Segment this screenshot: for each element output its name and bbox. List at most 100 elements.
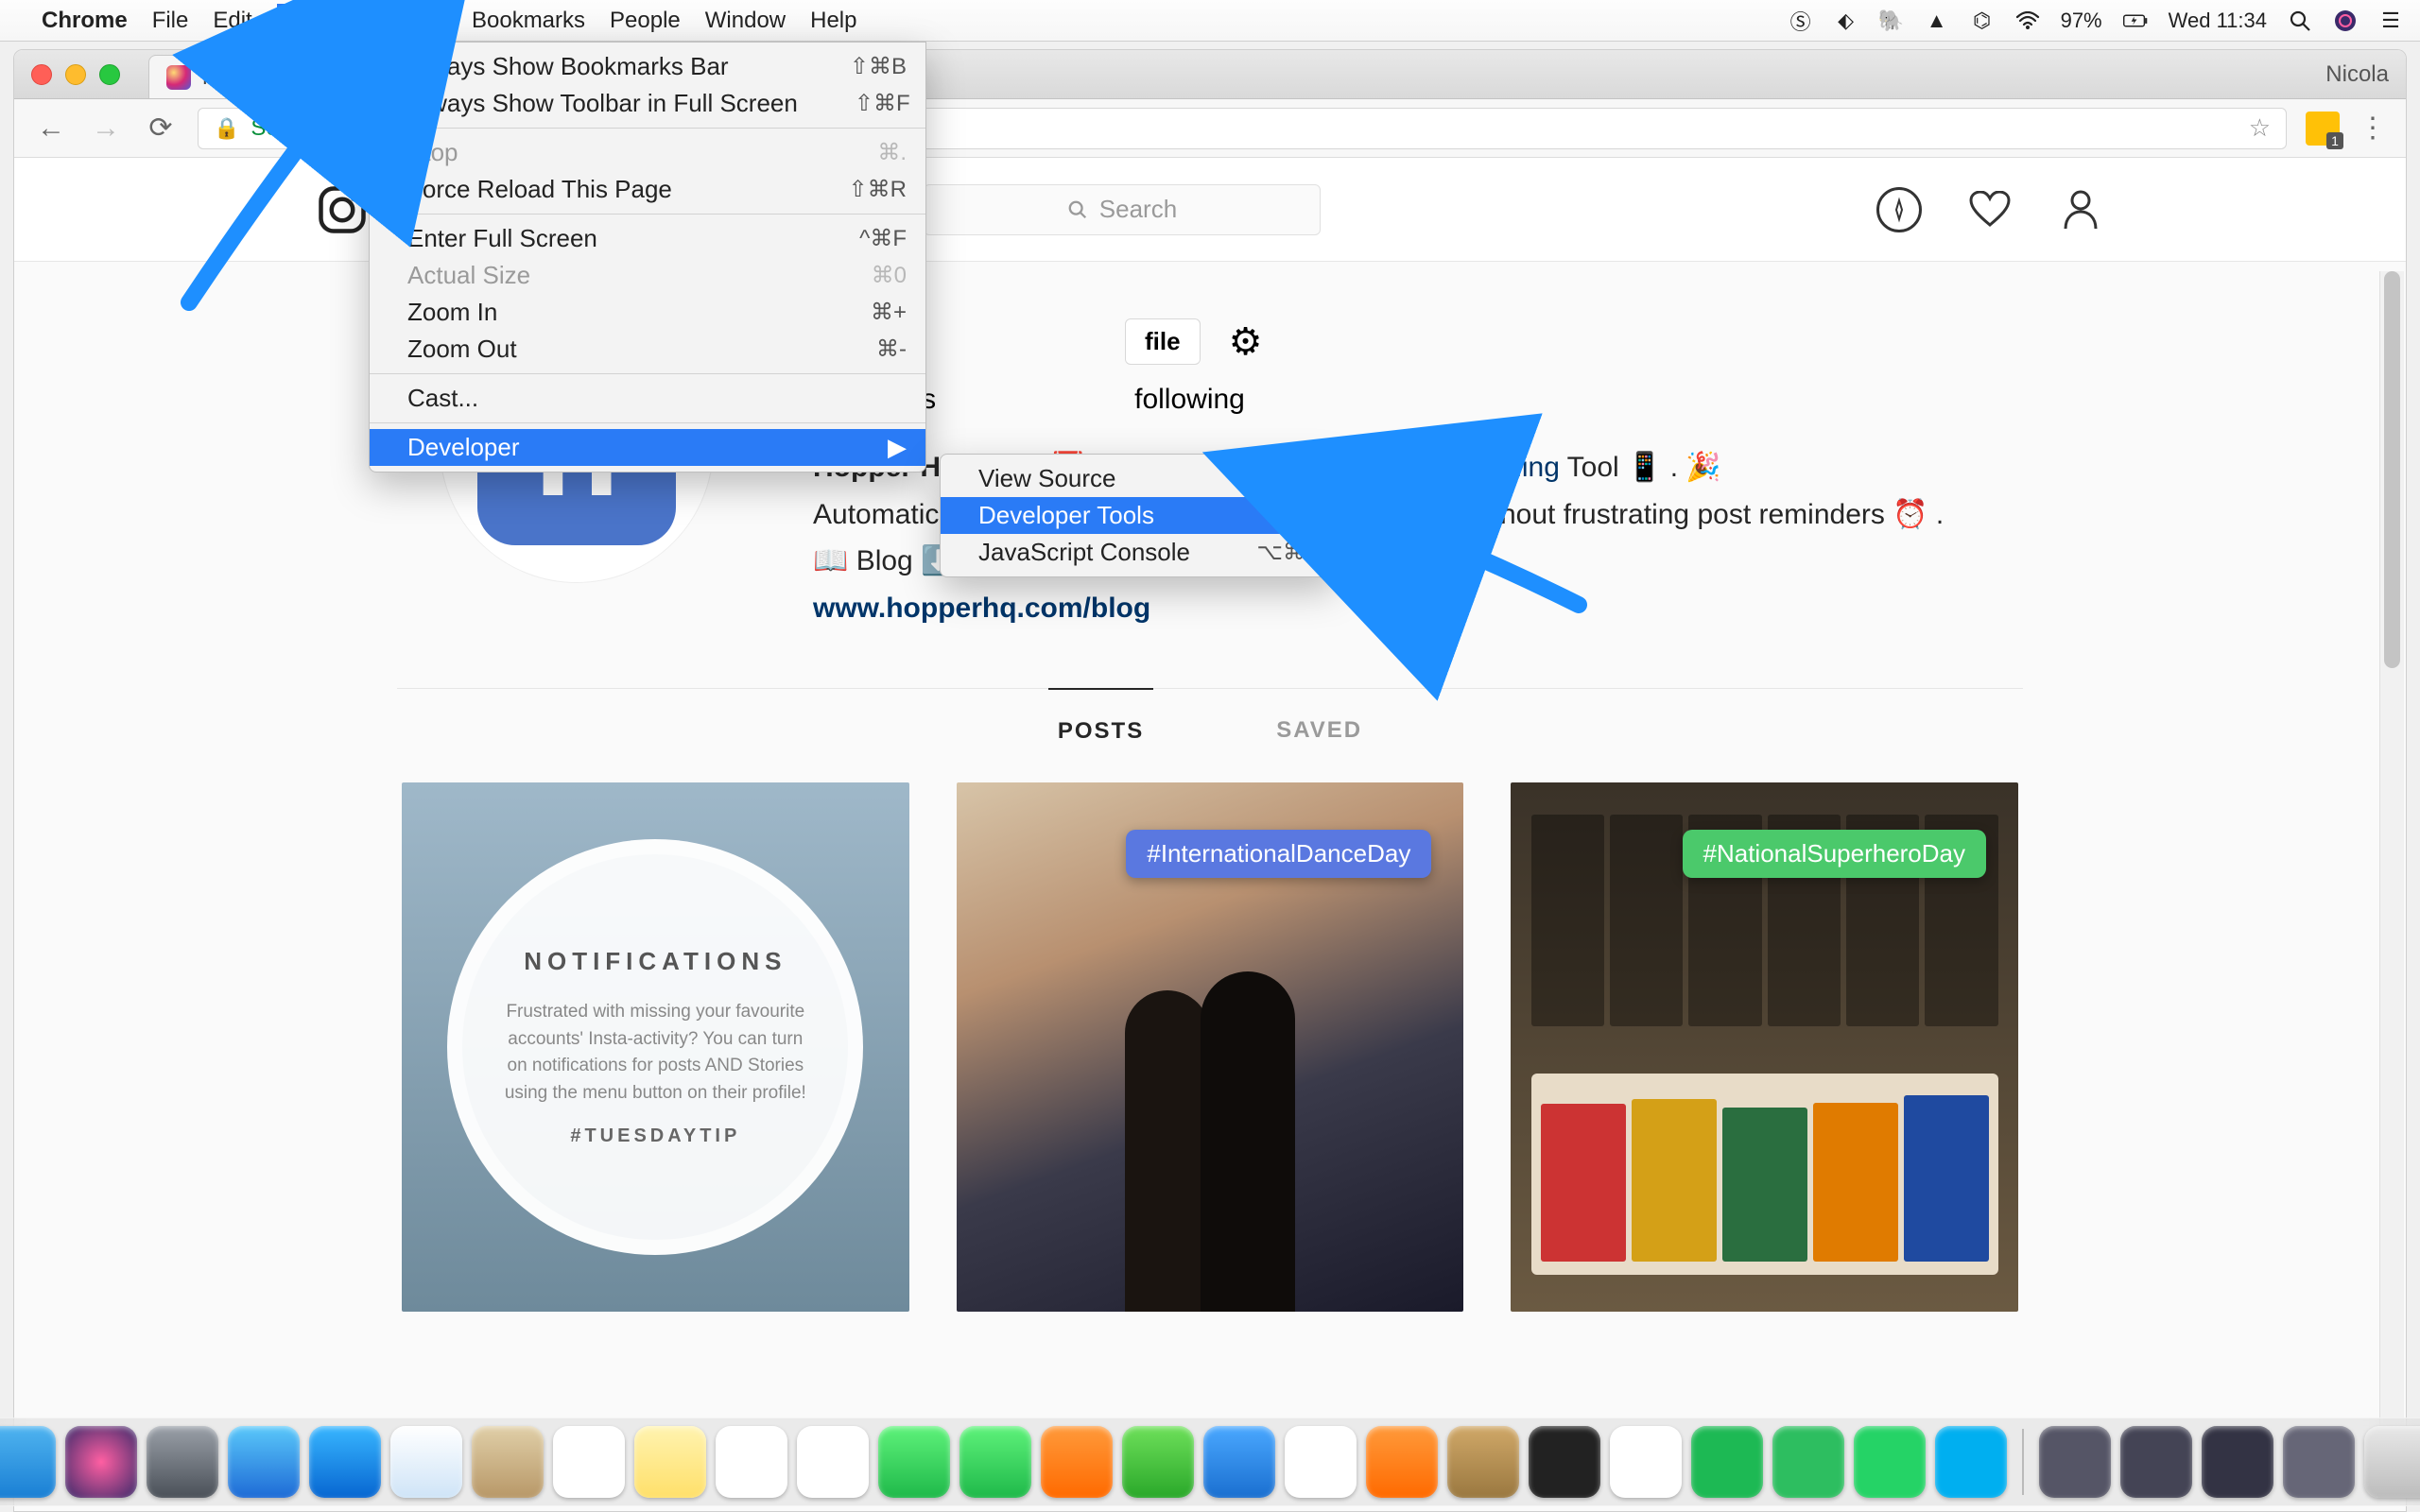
siri-icon[interactable] bbox=[2333, 9, 2358, 33]
dock-messages-icon[interactable] bbox=[878, 1426, 950, 1498]
menu-edit[interactable]: Edit bbox=[213, 8, 251, 34]
dock-siri-icon[interactable] bbox=[65, 1426, 137, 1498]
dock-separator bbox=[2022, 1429, 2024, 1495]
edit-profile-button[interactable]: file bbox=[1125, 318, 1201, 365]
scrollbar-thumb[interactable] bbox=[2384, 271, 2400, 668]
menu-help[interactable]: Help bbox=[810, 8, 856, 34]
menu-always-show-toolbar-fullscreen[interactable]: ✓Always Show Toolbar in Full Screen⇧⌘F bbox=[370, 85, 925, 122]
menu-history[interactable]: History bbox=[376, 8, 447, 34]
menu-bookmarks[interactable]: Bookmarks bbox=[472, 8, 585, 34]
post-thumbnail[interactable]: #NationalSuperheroDay bbox=[1511, 782, 2018, 1312]
menubar-clock[interactable]: Wed 11:34 bbox=[2169, 9, 2267, 33]
battery-icon[interactable] bbox=[2123, 9, 2148, 33]
dock-facetime-icon[interactable] bbox=[959, 1426, 1031, 1498]
reload-button[interactable]: ⟳ bbox=[143, 111, 179, 146]
menu-always-show-bookmarks[interactable]: Always Show Bookmarks Bar⇧⌘B bbox=[370, 48, 925, 85]
view-dropdown-menu: Always Show Bookmarks Bar⇧⌘B ✓Always Sho… bbox=[369, 42, 926, 472]
post1-heading: NOTIFICATIONS bbox=[524, 947, 786, 976]
dock-stack-icon[interactable] bbox=[2120, 1426, 2192, 1498]
dock-app-icon[interactable] bbox=[1529, 1426, 1600, 1498]
profile-icon[interactable] bbox=[2058, 187, 2103, 232]
menubar-app-name[interactable]: Chrome bbox=[42, 8, 128, 34]
dock-contacts-icon[interactable] bbox=[472, 1426, 544, 1498]
battery-percent[interactable]: 97% bbox=[2061, 9, 2102, 33]
dock-chrome-icon[interactable] bbox=[1610, 1426, 1682, 1498]
menu-zoom-in[interactable]: Zoom In⌘+ bbox=[370, 294, 925, 331]
spotlight-icon[interactable] bbox=[2288, 9, 2312, 33]
following-label[interactable]: following bbox=[1134, 384, 1245, 416]
bluetooth-menubar-icon[interactable]: ⌬ bbox=[1970, 9, 1995, 33]
browser-tab[interactable]: Hopper H... bbox=[148, 55, 327, 98]
menu-force-reload[interactable]: Force Reload This Page⇧⌘R bbox=[370, 171, 925, 208]
dock-calendar-icon[interactable] bbox=[553, 1426, 625, 1498]
dock-reminders-icon[interactable] bbox=[716, 1426, 787, 1498]
dock-mail-icon[interactable] bbox=[390, 1426, 462, 1498]
menu-developer[interactable]: Developer▶ bbox=[370, 429, 925, 466]
close-window-button[interactable] bbox=[31, 64, 52, 85]
dock-skype-icon[interactable] bbox=[1935, 1426, 2007, 1498]
minimize-window-button[interactable] bbox=[65, 64, 86, 85]
menu-cast[interactable]: Cast... bbox=[370, 380, 925, 417]
secure-label: Secure bbox=[251, 115, 322, 142]
dock-stack-icon[interactable] bbox=[2039, 1426, 2111, 1498]
settings-gear-icon[interactable]: ⚙ bbox=[1229, 320, 1263, 364]
back-button[interactable]: ← bbox=[33, 111, 69, 146]
chrome-menu-icon[interactable]: ⋮ bbox=[2359, 112, 2387, 145]
menu-view[interactable]: View bbox=[277, 4, 353, 38]
menu-enter-fullscreen[interactable]: Enter Full Screen^⌘F bbox=[370, 220, 925, 257]
menu-zoom-out[interactable]: Zoom Out⌘- bbox=[370, 331, 925, 368]
dock-app-icon[interactable] bbox=[1447, 1426, 1519, 1498]
tab-posts[interactable]: POSTS bbox=[1048, 688, 1153, 773]
macos-menubar: Chrome File Edit View History Bookmarks … bbox=[0, 0, 2420, 42]
dock-itunes-icon[interactable] bbox=[1285, 1426, 1357, 1498]
post-thumbnail[interactable]: NOTIFICATIONS Frustrated with missing yo… bbox=[402, 782, 909, 1312]
bookmark-star-icon[interactable]: ☆ bbox=[2249, 113, 2271, 143]
notification-center-icon[interactable]: ☰ bbox=[2378, 9, 2403, 33]
menu-file[interactable]: File bbox=[152, 8, 189, 34]
menu-view-source[interactable]: View Source⌥⌘U bbox=[941, 460, 1336, 497]
post1-tag: #TUESDAYTIP bbox=[570, 1125, 740, 1147]
dock-ibooks-icon[interactable] bbox=[1366, 1426, 1438, 1498]
chrome-profile-name[interactable]: Nicola bbox=[2325, 61, 2389, 88]
menu-window[interactable]: Window bbox=[705, 8, 786, 34]
dock-whatsapp-icon[interactable] bbox=[1854, 1426, 1926, 1498]
skype-menubar-icon[interactable]: Ⓢ bbox=[1789, 9, 1813, 33]
dock-pages-icon[interactable] bbox=[1041, 1426, 1113, 1498]
extension-icon[interactable] bbox=[2306, 112, 2340, 146]
forward-button[interactable]: → bbox=[88, 111, 124, 146]
post3-hashtag: #NationalSuperheroDay bbox=[1683, 830, 1987, 878]
tab-saved[interactable]: SAVED bbox=[1267, 689, 1372, 773]
menu-people[interactable]: People bbox=[610, 8, 681, 34]
dock-keynote-icon[interactable] bbox=[1203, 1426, 1275, 1498]
macos-dock bbox=[0, 1418, 2420, 1506]
post2-hashtag: #InternationalDanceDay bbox=[1126, 830, 1431, 878]
dock-notes-icon[interactable] bbox=[634, 1426, 706, 1498]
dock-stack-icon[interactable] bbox=[2202, 1426, 2273, 1498]
dock-stack-icon[interactable] bbox=[2283, 1426, 2355, 1498]
dock-trash-icon[interactable] bbox=[2364, 1426, 2420, 1498]
posts-grid: NOTIFICATIONS Frustrated with missing yo… bbox=[373, 782, 2047, 1312]
instagram-search-input[interactable]: Search bbox=[924, 184, 1321, 235]
explore-icon[interactable] bbox=[1876, 187, 1922, 232]
activity-heart-icon[interactable] bbox=[1967, 187, 2013, 232]
post-thumbnail[interactable]: #InternationalDanceDay bbox=[957, 782, 1464, 1312]
dock-photos-icon[interactable] bbox=[797, 1426, 869, 1498]
dock-finder-icon[interactable] bbox=[0, 1426, 56, 1498]
dock-numbers-icon[interactable] bbox=[1122, 1426, 1194, 1498]
dropbox-menubar-icon[interactable]: ⬖ bbox=[1834, 9, 1858, 33]
instagram-logo-icon[interactable] bbox=[317, 184, 368, 235]
profile-tabs: POSTS SAVED bbox=[397, 688, 2023, 773]
bio-link[interactable]: www.hopperhq.com/blog bbox=[813, 593, 1150, 624]
drive-menubar-icon[interactable]: ▲ bbox=[1925, 9, 1949, 33]
fullscreen-window-button[interactable] bbox=[99, 64, 120, 85]
vertical-scrollbar[interactable] bbox=[2379, 271, 2404, 1492]
dock-evernote-icon[interactable] bbox=[1772, 1426, 1844, 1498]
evernote-menubar-icon[interactable]: 🐘 bbox=[1879, 9, 1904, 33]
dock-safari-icon[interactable] bbox=[228, 1426, 300, 1498]
dock-spotify-icon[interactable] bbox=[1691, 1426, 1763, 1498]
menu-javascript-console[interactable]: JavaScript Console⌥⌘J bbox=[941, 534, 1336, 571]
menu-developer-tools[interactable]: Developer Tools⌥⌘I bbox=[941, 497, 1336, 534]
wifi-menubar-icon[interactable] bbox=[2015, 9, 2040, 33]
dock-appstore-icon[interactable] bbox=[309, 1426, 381, 1498]
dock-launchpad-icon[interactable] bbox=[147, 1426, 218, 1498]
